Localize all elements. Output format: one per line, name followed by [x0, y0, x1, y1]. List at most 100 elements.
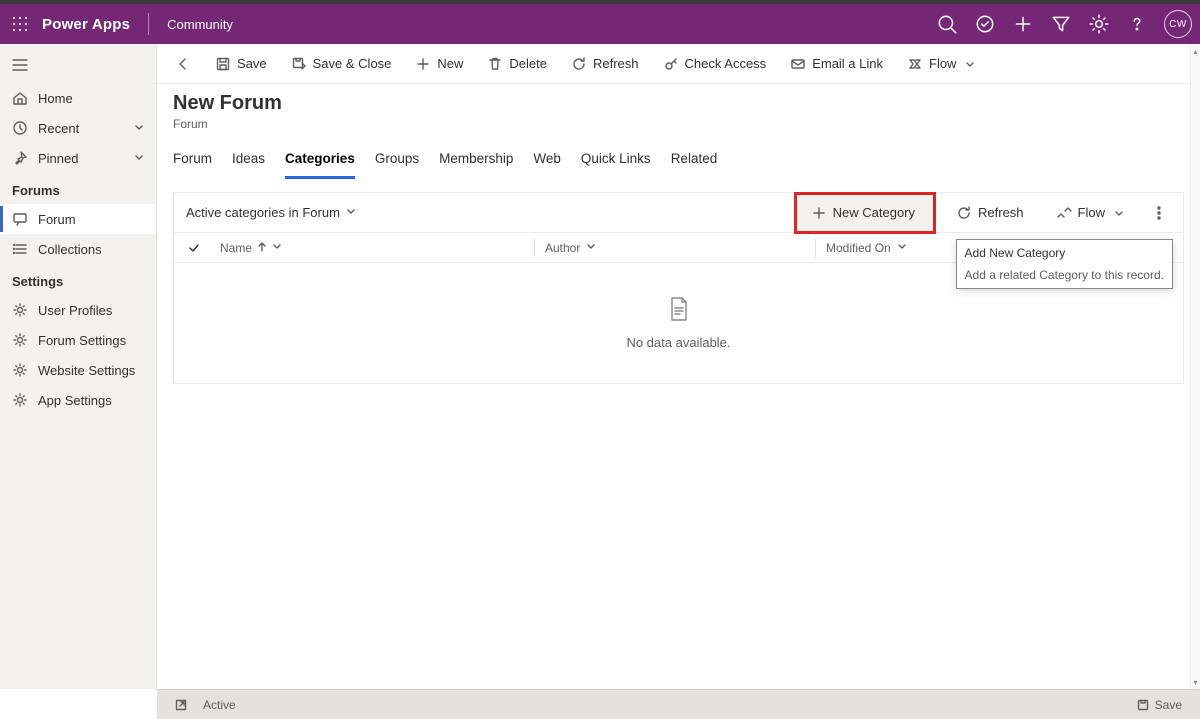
button-label: Flow — [929, 56, 956, 71]
user-avatar[interactable]: CW — [1164, 10, 1192, 38]
sidebar-item-website-settings[interactable]: Website Settings — [0, 355, 156, 385]
mail-icon — [790, 56, 806, 72]
highlighted-new-category: New Category — [794, 192, 936, 234]
grid-refresh-button[interactable]: Refresh — [944, 199, 1036, 227]
tab-ideas[interactable]: Ideas — [232, 147, 265, 179]
popout-button[interactable] — [167, 695, 195, 715]
status-bar: Active Save — [157, 689, 1200, 719]
home-icon — [12, 90, 28, 106]
command-bar: Save Save & Close New Delete Refresh Che… — [157, 44, 1200, 84]
sidebar-item-label: Recent — [38, 121, 79, 136]
button-label: Flow — [1078, 205, 1105, 220]
sidebar-item-label: Collections — [38, 242, 102, 257]
sidebar-item-pinned[interactable]: Pinned — [0, 143, 156, 173]
tab-forum[interactable]: Forum — [173, 147, 212, 179]
list-icon — [12, 241, 28, 257]
scrollbar[interactable]: ▴ ▾ — [1190, 44, 1200, 689]
back-button[interactable] — [165, 50, 201, 78]
button-label: Check Access — [685, 56, 767, 71]
tab-related[interactable]: Related — [671, 147, 718, 179]
refresh-icon — [956, 205, 972, 221]
assist-icon[interactable] — [974, 13, 996, 35]
tab-quick-links[interactable]: Quick Links — [581, 147, 651, 179]
main-area: Save Save & Close New Delete Refresh Che… — [157, 44, 1200, 689]
sidebar-item-recent[interactable]: Recent — [0, 113, 156, 143]
sidebar-item-forum-settings[interactable]: Forum Settings — [0, 325, 156, 355]
sidebar-item-user-profiles[interactable]: User Profiles — [0, 295, 156, 325]
check-access-button[interactable]: Check Access — [653, 50, 777, 78]
gear-icon — [12, 332, 28, 348]
column-header-name[interactable]: Name — [214, 241, 534, 255]
column-select-all[interactable] — [174, 242, 214, 254]
pin-icon — [12, 150, 28, 166]
chevron-down-icon — [134, 151, 144, 166]
view-picker[interactable]: Active categories in Forum — [186, 205, 356, 220]
chevron-down-icon — [897, 241, 907, 255]
plus-icon — [415, 56, 431, 72]
more-vertical-icon — [1151, 205, 1167, 221]
sidebar-item-home[interactable]: Home — [0, 83, 156, 113]
save-close-icon — [291, 56, 307, 72]
record-status[interactable]: Active — [195, 694, 244, 716]
save-close-button[interactable]: Save & Close — [281, 50, 402, 78]
tab-groups[interactable]: Groups — [375, 147, 419, 179]
help-icon[interactable] — [1126, 13, 1148, 35]
chevron-down-icon — [586, 241, 596, 255]
trash-icon — [487, 56, 503, 72]
gear-icon — [12, 392, 28, 408]
header-divider — [148, 13, 149, 35]
chevron-down-icon — [346, 205, 356, 220]
grid-flow-button[interactable]: Flow — [1044, 199, 1139, 227]
page-subtitle: Forum — [173, 117, 1184, 131]
new-button[interactable]: New — [405, 50, 473, 78]
plus-icon — [811, 205, 827, 221]
tab-web[interactable]: Web — [533, 147, 561, 179]
scroll-down-icon[interactable]: ▾ — [1192, 677, 1199, 687]
environment-label[interactable]: Community — [167, 17, 233, 32]
column-header-author[interactable]: Author — [535, 241, 815, 255]
button-label: Save — [237, 56, 267, 71]
tooltip-body: Add a related Category to this record. — [957, 264, 1172, 286]
filter-icon[interactable] — [1050, 13, 1072, 35]
chevron-down-icon — [272, 241, 282, 255]
view-name: Active categories in Forum — [186, 205, 340, 220]
status-label: Active — [203, 698, 236, 712]
email-link-button[interactable]: Email a Link — [780, 50, 893, 78]
sidebar: Home Recent Pinned Forums Forum Collecti… — [0, 44, 157, 689]
sidebar-toggle[interactable] — [0, 50, 156, 83]
tooltip-title: Add New Category — [957, 242, 1172, 264]
save-button[interactable]: Save — [205, 50, 277, 78]
app-title[interactable]: Power Apps — [42, 16, 130, 33]
sidebar-item-app-settings[interactable]: App Settings — [0, 385, 156, 415]
flow-button[interactable]: Flow — [897, 50, 988, 78]
clock-icon — [12, 120, 28, 136]
status-save-button[interactable]: Save — [1129, 694, 1190, 716]
delete-button[interactable]: Delete — [477, 50, 557, 78]
refresh-button[interactable]: Refresh — [561, 50, 649, 78]
tab-membership[interactable]: Membership — [439, 147, 513, 179]
global-header: Power Apps Community CW — [0, 4, 1200, 44]
save-icon — [215, 56, 231, 72]
tab-categories[interactable]: Categories — [285, 147, 355, 179]
search-icon[interactable] — [936, 13, 958, 35]
button-label: Email a Link — [812, 56, 883, 71]
add-icon[interactable] — [1012, 13, 1034, 35]
sidebar-item-label: Forum — [38, 212, 76, 227]
page-title: New Forum — [173, 92, 1184, 115]
new-category-tooltip: Add New Category Add a related Category … — [956, 239, 1173, 289]
gear-icon — [12, 362, 28, 378]
scroll-up-icon[interactable]: ▴ — [1192, 46, 1199, 56]
sidebar-item-label: Website Settings — [38, 363, 135, 378]
app-launcher-icon[interactable] — [8, 12, 32, 36]
column-label: Name — [220, 241, 252, 255]
sidebar-item-label: Pinned — [38, 151, 78, 166]
new-category-button[interactable]: New Category — [797, 195, 933, 231]
chevron-down-icon — [134, 121, 144, 136]
sidebar-item-forum[interactable]: Forum — [0, 204, 156, 234]
flow-icon — [1056, 205, 1072, 221]
chevron-down-icon — [1111, 206, 1127, 222]
sidebar-item-collections[interactable]: Collections — [0, 234, 156, 264]
grid-more-button[interactable] — [1147, 199, 1171, 227]
column-header-modified[interactable]: Modified On — [816, 241, 966, 255]
settings-icon[interactable] — [1088, 13, 1110, 35]
